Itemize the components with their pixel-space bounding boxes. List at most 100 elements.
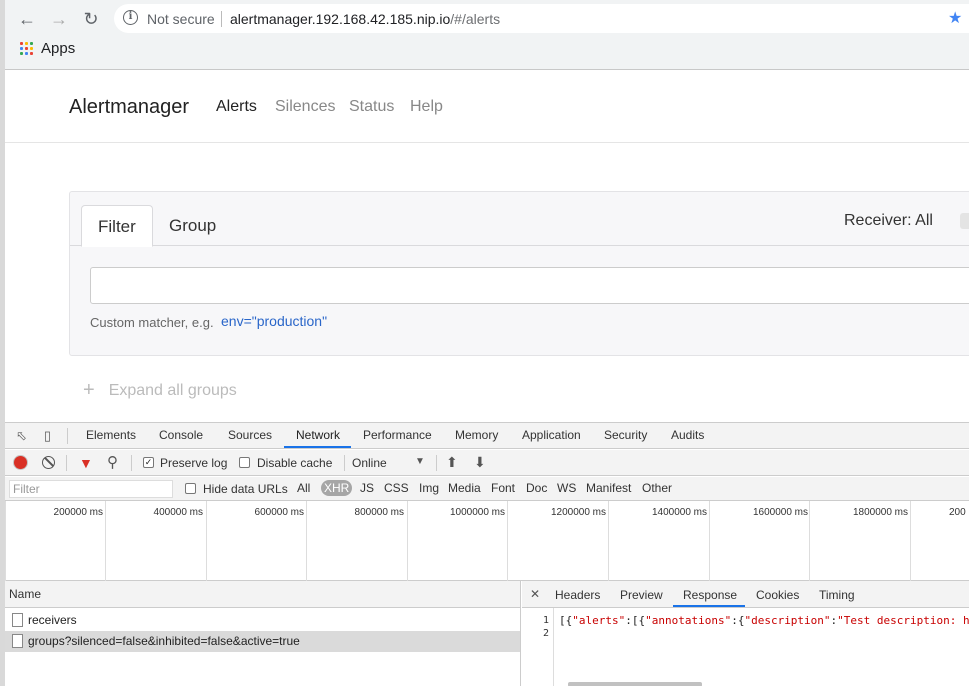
toolbar-separator bbox=[436, 455, 437, 471]
type-all[interactable]: All bbox=[297, 481, 310, 495]
code-token: :{ bbox=[731, 614, 745, 627]
request-row[interactable]: receivers bbox=[5, 610, 520, 631]
request-list: Name receivers groups?silenced=false&inh… bbox=[5, 581, 521, 686]
name-column-header[interactable]: Name bbox=[5, 581, 520, 608]
line-gutter: 1 2 bbox=[522, 608, 554, 686]
app-navbar: Alertmanager Alerts Silences Status Help bbox=[5, 70, 969, 143]
request-row[interactable]: groups?silenced=false&inhibited=false&ac… bbox=[5, 631, 520, 652]
record-icon[interactable] bbox=[14, 456, 27, 469]
omnibox-separator bbox=[221, 11, 222, 27]
request-name: receivers bbox=[28, 613, 77, 627]
security-indicator[interactable]: Not secure bbox=[147, 11, 215, 27]
reload-icon[interactable]: ↻ bbox=[79, 7, 103, 31]
matcher-example[interactable]: env="production" bbox=[221, 313, 327, 329]
type-img[interactable]: Img bbox=[419, 481, 439, 495]
tab-timing[interactable]: Timing bbox=[819, 588, 855, 602]
apps-grid-icon bbox=[20, 42, 33, 55]
url-text[interactable]: alertmanager.192.168.42.185.nip.io/#/ale… bbox=[230, 11, 500, 27]
code-token: "description" bbox=[744, 614, 831, 627]
preserve-log-label: Preserve log bbox=[160, 456, 228, 470]
nav-status[interactable]: Status bbox=[349, 98, 394, 116]
tab-security[interactable]: Security bbox=[604, 428, 647, 442]
bookmark-star-icon[interactable]: ★ bbox=[948, 8, 962, 28]
timeline-label: 1400000 ms bbox=[651, 507, 707, 518]
response-body[interactable]: [{"alerts":[{"annotations":{"description… bbox=[559, 614, 969, 627]
nav-silences[interactable]: Silences bbox=[275, 98, 335, 116]
throttle-select[interactable]: Online bbox=[352, 456, 387, 470]
code-token: "Test description: h bbox=[837, 614, 969, 627]
apps-label: Apps bbox=[41, 40, 76, 57]
timeline-label: 1800000 ms bbox=[852, 507, 908, 518]
address-bar[interactable]: i Not secure alertmanager.192.168.42.185… bbox=[114, 4, 969, 33]
type-doc[interactable]: Doc bbox=[526, 481, 547, 495]
tab-network[interactable]: Network bbox=[296, 428, 340, 442]
tab-memory[interactable]: Memory bbox=[455, 428, 498, 442]
forward-icon[interactable]: → bbox=[47, 7, 71, 31]
timeline-label: 800000 ms bbox=[354, 507, 404, 518]
tab-performance[interactable]: Performance bbox=[363, 428, 432, 442]
matcher-input[interactable] bbox=[90, 267, 969, 304]
type-media[interactable]: Media bbox=[448, 481, 481, 495]
timeline-gridline bbox=[709, 501, 710, 581]
timeline-label: 200000 ms bbox=[53, 507, 103, 518]
hide-data-urls-label: Hide data URLs bbox=[203, 482, 288, 496]
disable-cache-label: Disable cache bbox=[257, 456, 333, 470]
export-har-icon[interactable]: ⬇ bbox=[474, 454, 486, 471]
filter-tabs: Filter Group Receiver: All bbox=[70, 192, 969, 247]
inspect-element-icon[interactable]: ⬁ bbox=[14, 428, 29, 443]
type-css[interactable]: CSS bbox=[384, 481, 409, 495]
tab-audits[interactable]: Audits bbox=[671, 428, 704, 442]
network-toolbar: ▼ ⚲ ✓ Preserve log Disable cache Online … bbox=[5, 450, 969, 476]
timeline-gridline bbox=[5, 501, 6, 581]
hide-data-urls-checkbox[interactable] bbox=[185, 483, 196, 494]
nav-alerts[interactable]: Alerts bbox=[216, 98, 257, 116]
type-js[interactable]: JS bbox=[360, 481, 374, 495]
network-timeline[interactable]: 200000 ms 400000 ms 600000 ms 800000 ms … bbox=[5, 501, 969, 581]
search-icon[interactable]: ⚲ bbox=[107, 453, 118, 471]
url-host: alertmanager.192.168.42.185.nip.io bbox=[230, 11, 451, 27]
silenced-toggle[interactable] bbox=[960, 213, 969, 229]
tab-console[interactable]: Console bbox=[159, 428, 203, 442]
close-icon[interactable]: ✕ bbox=[530, 587, 540, 601]
tab-preview[interactable]: Preview bbox=[620, 588, 663, 602]
horizontal-scrollbar[interactable] bbox=[568, 682, 702, 686]
chevron-down-icon[interactable]: ▼ bbox=[415, 456, 425, 467]
code-token: "alerts" bbox=[572, 614, 626, 627]
active-tab-indicator bbox=[284, 446, 351, 448]
type-other[interactable]: Other bbox=[642, 481, 672, 495]
timeline-gridline bbox=[910, 501, 911, 581]
type-font[interactable]: Font bbox=[491, 481, 515, 495]
type-manifest[interactable]: Manifest bbox=[586, 481, 631, 495]
clear-icon[interactable] bbox=[42, 456, 55, 469]
preserve-log-checkbox[interactable]: ✓ bbox=[143, 457, 154, 468]
tab-cookies[interactable]: Cookies bbox=[756, 588, 799, 602]
nav-help[interactable]: Help bbox=[410, 98, 443, 116]
tab-sources[interactable]: Sources bbox=[228, 428, 272, 442]
tab-headers[interactable]: Headers bbox=[555, 588, 600, 602]
back-icon[interactable]: ← bbox=[15, 7, 39, 31]
brand-title[interactable]: Alertmanager bbox=[69, 96, 189, 119]
tab-filter[interactable]: Filter bbox=[81, 205, 153, 247]
request-name: groups?silenced=false&inhibited=false&ac… bbox=[28, 634, 300, 648]
tab-elements[interactable]: Elements bbox=[86, 428, 136, 442]
expand-all-groups-button[interactable]: + Expand all groups bbox=[83, 379, 237, 402]
network-filter-input[interactable]: Filter bbox=[9, 480, 173, 498]
receiver-selector[interactable]: Receiver: All bbox=[844, 212, 933, 230]
import-har-icon[interactable]: ⬆ bbox=[446, 454, 458, 471]
filter-funnel-icon[interactable]: ▼ bbox=[79, 455, 93, 471]
request-detail: ✕ Headers Preview Response Cookies Timin… bbox=[522, 581, 969, 686]
devtools-panel: ⬁ ▯ Elements Console Sources Network Per… bbox=[5, 422, 969, 686]
type-xhr[interactable]: XHR bbox=[321, 480, 353, 496]
type-ws[interactable]: WS bbox=[557, 481, 576, 495]
device-toolbar-icon[interactable]: ▯ bbox=[40, 428, 55, 443]
bookmark-apps[interactable]: Apps bbox=[20, 40, 75, 57]
timeline-gridline bbox=[608, 501, 609, 581]
tab-response[interactable]: Response bbox=[683, 588, 737, 602]
tab-application[interactable]: Application bbox=[522, 428, 581, 442]
info-icon[interactable]: i bbox=[123, 10, 138, 25]
disable-cache-checkbox[interactable] bbox=[239, 457, 250, 468]
tab-group[interactable]: Group bbox=[153, 205, 232, 247]
timeline-gridline bbox=[306, 501, 307, 581]
tabbar-separator bbox=[67, 428, 68, 444]
network-filterbar: Filter Hide data URLs All XHR JS CSS Img… bbox=[5, 477, 969, 501]
